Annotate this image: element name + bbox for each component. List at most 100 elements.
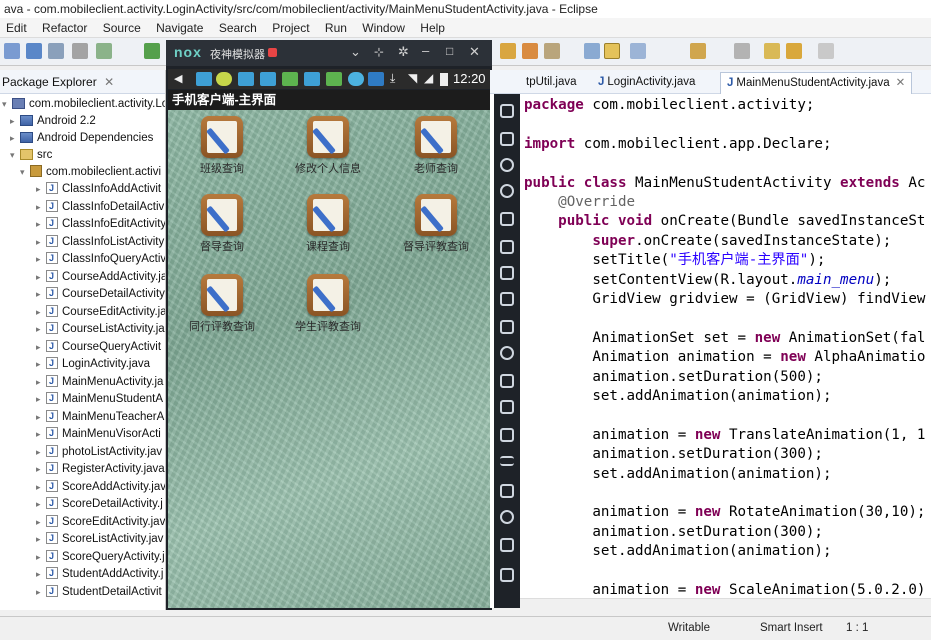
menu-project[interactable]: Project [266, 18, 315, 38]
app-notification-icon [304, 72, 320, 86]
back-icon[interactable] [786, 43, 802, 59]
tree-file[interactable]: ▸ClassInfoQueryActiv [36, 250, 165, 268]
search-tool-icon[interactable] [544, 43, 560, 59]
tree-file[interactable]: ▸CourseEditActivity.ja [36, 303, 165, 321]
minimize-icon[interactable]: – [422, 43, 429, 58]
tree-file[interactable]: ▸RegisterActivity.java [36, 460, 165, 478]
code-token: animation.setDuration(300); [524, 523, 823, 540]
volume-down-icon[interactable] [500, 292, 514, 306]
app-class-query[interactable]: 班级查询 [172, 116, 272, 176]
last-edit-icon[interactable] [764, 43, 780, 59]
close-icon[interactable]: ✕ [104, 75, 114, 89]
tab-util[interactable]: tpUtil.java [520, 72, 583, 94]
location-icon[interactable] [500, 184, 514, 198]
pin-icon[interactable] [734, 43, 750, 59]
app-edit-profile[interactable]: 修改个人信息 [278, 116, 378, 176]
tree-file[interactable]: ▸ScoreDetailActivity.j [36, 495, 163, 513]
tree-file[interactable]: ▸photoListActivity.jav [36, 443, 162, 461]
tree-file[interactable]: ▸LoginActivity.java [36, 355, 150, 373]
whitespace-icon[interactable] [630, 43, 646, 59]
pin-window-icon[interactable]: ⊹ [374, 45, 384, 59]
tree-file[interactable]: ▸ClassInfoEditActivity [36, 215, 165, 233]
recent-apps-icon[interactable] [500, 568, 514, 582]
robot-icon[interactable] [500, 132, 514, 146]
tree-android-deps[interactable]: ▸ Android Dependencies [10, 130, 153, 147]
menu-edit[interactable]: Edit [0, 18, 33, 38]
back-icon[interactable] [500, 510, 514, 524]
tree-file[interactable]: ▸ScoreAddActivity.jav [36, 478, 165, 496]
android-avd-icon[interactable] [144, 43, 160, 59]
app-course-query[interactable]: 课程查询 [278, 194, 378, 254]
tab-login-activity[interactable]: J LoginActivity.java [592, 72, 701, 94]
app-supervisor-eval-query[interactable]: 督导评教查询 [386, 194, 486, 254]
app-teacher-query[interactable]: 老师查询 [386, 116, 486, 176]
menu-navigate[interactable]: Navigate [150, 18, 209, 38]
tree-file[interactable]: ▸MainMenuTeacherA [36, 408, 164, 426]
tree-file[interactable]: ▸CourseListActivity.ja [36, 320, 165, 338]
tree-file[interactable]: ▸StudentDetailActivit [36, 583, 162, 601]
tree-file[interactable]: ▸CourseDetailActivity [36, 285, 165, 303]
macro-icon[interactable] [500, 374, 514, 388]
tree-file[interactable]: ▸CourseQueryActivit [36, 338, 161, 356]
tree-file[interactable]: ▸ClassInfoDetailActiv [36, 198, 164, 216]
save-icon[interactable] [26, 43, 42, 59]
app-label: 同行评教查询 [189, 321, 255, 333]
maximize-icon[interactable]: □ [446, 44, 453, 58]
app-student-eval-query[interactable]: 学生评教查询 [278, 274, 378, 334]
install-apk-icon[interactable] [500, 320, 514, 334]
tree-file[interactable]: ▸CourseAddActivity.ja [36, 268, 165, 286]
tab-main-menu-student[interactable]: J MainMenuStudentActivity.java ✕ [720, 72, 913, 94]
toggle-mark-occurrences-icon[interactable] [604, 43, 620, 59]
menu-search[interactable]: Search [213, 18, 263, 38]
save-all-icon[interactable] [48, 43, 64, 59]
keyboard-icon[interactable] [500, 212, 514, 226]
tree-file[interactable]: ▸MainMenuStudentA [36, 390, 163, 408]
menu-icon[interactable] [500, 456, 514, 466]
menu-run[interactable]: Run [319, 18, 353, 38]
phone-icon[interactable] [500, 104, 514, 118]
tree-file[interactable]: ▸StudentAddActivity.j [36, 565, 163, 583]
tree-project[interactable]: ▾com.mobileclient.activity.Login [2, 96, 165, 113]
forward-icon[interactable] [818, 43, 834, 59]
multi-instance-icon[interactable] [500, 428, 514, 442]
gamepad-icon [326, 72, 342, 86]
menu-help[interactable]: Help [414, 18, 451, 38]
shake-icon[interactable] [500, 346, 514, 360]
add-icon[interactable] [500, 484, 514, 498]
menu-refactor[interactable]: Refactor [36, 18, 93, 38]
tree-android-lib[interactable]: ▸ Android 2.2 [10, 113, 96, 130]
next-annotation-icon[interactable] [690, 43, 706, 59]
tree-file[interactable]: ▸ScoreEditActivity.jav [36, 513, 165, 531]
notification-badge-icon[interactable] [268, 48, 277, 57]
app-label: 课程查询 [306, 241, 350, 253]
tree-file[interactable]: ▸MainMenuActivity.ja [36, 373, 163, 391]
close-window-icon[interactable]: ✕ [469, 44, 480, 60]
tree-file[interactable]: ▸ClassInfoListActivity [36, 233, 164, 251]
tree-file[interactable]: ▸MainMenuVisorActi [36, 425, 161, 443]
open-resource-icon[interactable] [522, 43, 538, 59]
android-sdk-icon[interactable] [96, 43, 112, 59]
horizontal-scrollbar[interactable] [520, 598, 931, 610]
open-type-icon[interactable] [500, 43, 516, 59]
video-record-icon[interactable] [500, 400, 514, 414]
settings-icon[interactable]: ✲ [398, 44, 409, 60]
scissors-icon[interactable] [500, 158, 514, 172]
tree-package[interactable]: ▾ com.mobileclient.activi [20, 164, 161, 181]
volume-up-icon[interactable] [500, 266, 514, 280]
tree-file[interactable]: ▸ClassInfoAddActivit [36, 180, 161, 198]
tree-file[interactable]: ▸ScoreListActivity.jav [36, 530, 163, 548]
close-tab-icon[interactable]: ✕ [896, 77, 906, 89]
tree-src[interactable]: ▾ src [10, 147, 52, 164]
app-peer-eval-query[interactable]: 同行评教查询 [172, 274, 272, 334]
annotation-icon[interactable] [584, 43, 600, 59]
menu-source[interactable]: Source [97, 18, 147, 38]
code-editor[interactable]: package com.mobileclient.activity; import… [490, 94, 931, 608]
home-icon[interactable] [500, 538, 514, 552]
fullscreen-icon[interactable] [500, 240, 514, 254]
tree-file[interactable]: ▸ScoreQueryActivity.j [36, 548, 165, 566]
app-supervisor-query[interactable]: 督导查询 [172, 194, 272, 254]
menu-window[interactable]: Window [356, 18, 411, 38]
print-icon[interactable] [72, 43, 88, 59]
chevron-down-icon[interactable]: ⌄ [350, 44, 361, 60]
toolbar-menu-icon[interactable] [4, 43, 20, 59]
